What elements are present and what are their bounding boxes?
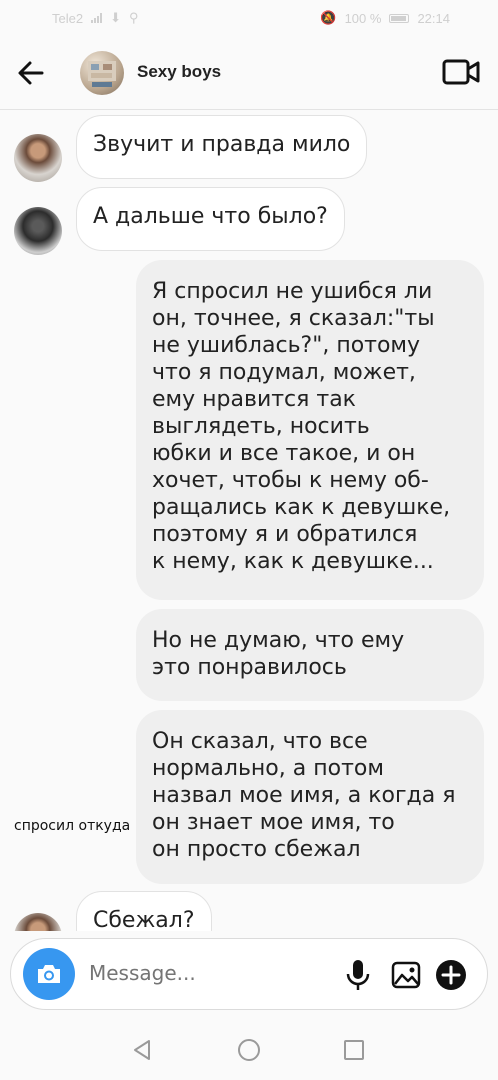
message-line: это понравилось — [152, 655, 347, 680]
battery-percent: 100 % — [344, 10, 382, 26]
camera-icon — [38, 965, 60, 983]
message-line: он знает мое имя, то — [152, 810, 395, 835]
message-line: хочет, чтобы к нему об- — [152, 468, 429, 493]
video-call-button[interactable] — [442, 58, 480, 86]
message-bubble-outgoing[interactable]: Я спросил не ушибся ли он, точнее, я ска… — [136, 260, 484, 600]
search-status-icon: ⚲ — [128, 10, 139, 25]
message-line: поэтому я и обратился — [152, 522, 418, 547]
message-line: что я подумал, может, — [152, 360, 416, 385]
camera-button[interactable] — [23, 948, 75, 1000]
nav-recents-icon[interactable] — [343, 1039, 365, 1061]
message-line: он, точнее, я сказал:"ты — [152, 306, 435, 331]
signal-icon — [91, 13, 103, 23]
message-line: к нему, как к девушке... — [152, 549, 434, 574]
message-text: Звучит и правда мило — [93, 132, 351, 157]
message-bubble-incoming[interactable]: Звучит и правда мило — [76, 115, 368, 179]
message-line: выглядеть, носить — [152, 414, 370, 439]
status-left: Tele2 ⬇ ⚲ — [52, 10, 139, 26]
battery-icon — [389, 13, 410, 23]
clock: 22:14 — [417, 10, 450, 26]
message-list[interactable]: Звучит и правда мило А дальше что было? … — [0, 111, 498, 931]
more-button[interactable] — [435, 959, 467, 991]
message-line: ращались как к девушке, — [152, 495, 451, 520]
carrier-label: Tele2 — [52, 10, 84, 26]
message-line: юбки и все такое, и он — [152, 441, 416, 466]
message-line: не ушиблась?", потому — [152, 333, 421, 358]
message-bubble-incoming[interactable]: А дальше что было? — [76, 187, 345, 251]
nav-home-icon[interactable] — [237, 1038, 261, 1062]
chat-title[interactable]: Sexy boys — [137, 62, 221, 82]
message-line: он просто сбежал — [152, 837, 361, 862]
system-nav-bar — [0, 1018, 498, 1080]
sender-avatar[interactable] — [14, 913, 62, 931]
message-bubble-incoming[interactable]: Сбежал? — [76, 891, 212, 931]
message-line: нормально, а потом — [152, 756, 384, 781]
download-icon: ⬇ — [110, 10, 121, 25]
message-line: Я спросил не ушибся ли — [152, 279, 433, 304]
group-avatar[interactable] — [80, 51, 124, 95]
message-text: А дальше что было? — [93, 204, 328, 229]
message-line: назвал мое имя, а когда я — [152, 783, 456, 808]
message-line: ему нравится так — [152, 387, 356, 412]
microphone-button[interactable] — [344, 958, 372, 992]
back-button[interactable] — [16, 58, 46, 88]
plus-circle-icon — [436, 960, 466, 990]
overlay-text: спросил откуда — [14, 818, 131, 834]
video-camera-icon — [442, 59, 480, 85]
image-icon — [391, 961, 421, 989]
sender-avatar[interactable] — [14, 134, 62, 182]
message-line: Но не думаю, что ему — [152, 628, 405, 653]
message-text: Сбежал? — [93, 908, 195, 931]
gallery-button[interactable] — [391, 960, 421, 990]
arrow-left-icon — [18, 61, 44, 85]
message-composer — [10, 938, 488, 1010]
mute-icon: 🔕 — [320, 10, 337, 25]
chat-header: Sexy boys — [0, 36, 498, 110]
message-input[interactable] — [89, 961, 319, 985]
nav-back-icon[interactable] — [130, 1038, 154, 1062]
status-right: 🔕 100 % 22:14 — [320, 10, 450, 26]
status-bar: Tele2 ⬇ ⚲ 🔕 100 % 22:14 — [0, 0, 498, 36]
message-bubble-outgoing[interactable]: Он сказал, что все нормально, а потом на… — [136, 710, 484, 884]
message-line: Он сказал, что все — [152, 729, 368, 754]
microphone-icon — [346, 960, 370, 990]
sender-avatar[interactable] — [14, 207, 62, 255]
message-bubble-outgoing[interactable]: Но не думаю, что ему это понравилось — [136, 609, 484, 701]
group-photo-image — [88, 61, 116, 87]
